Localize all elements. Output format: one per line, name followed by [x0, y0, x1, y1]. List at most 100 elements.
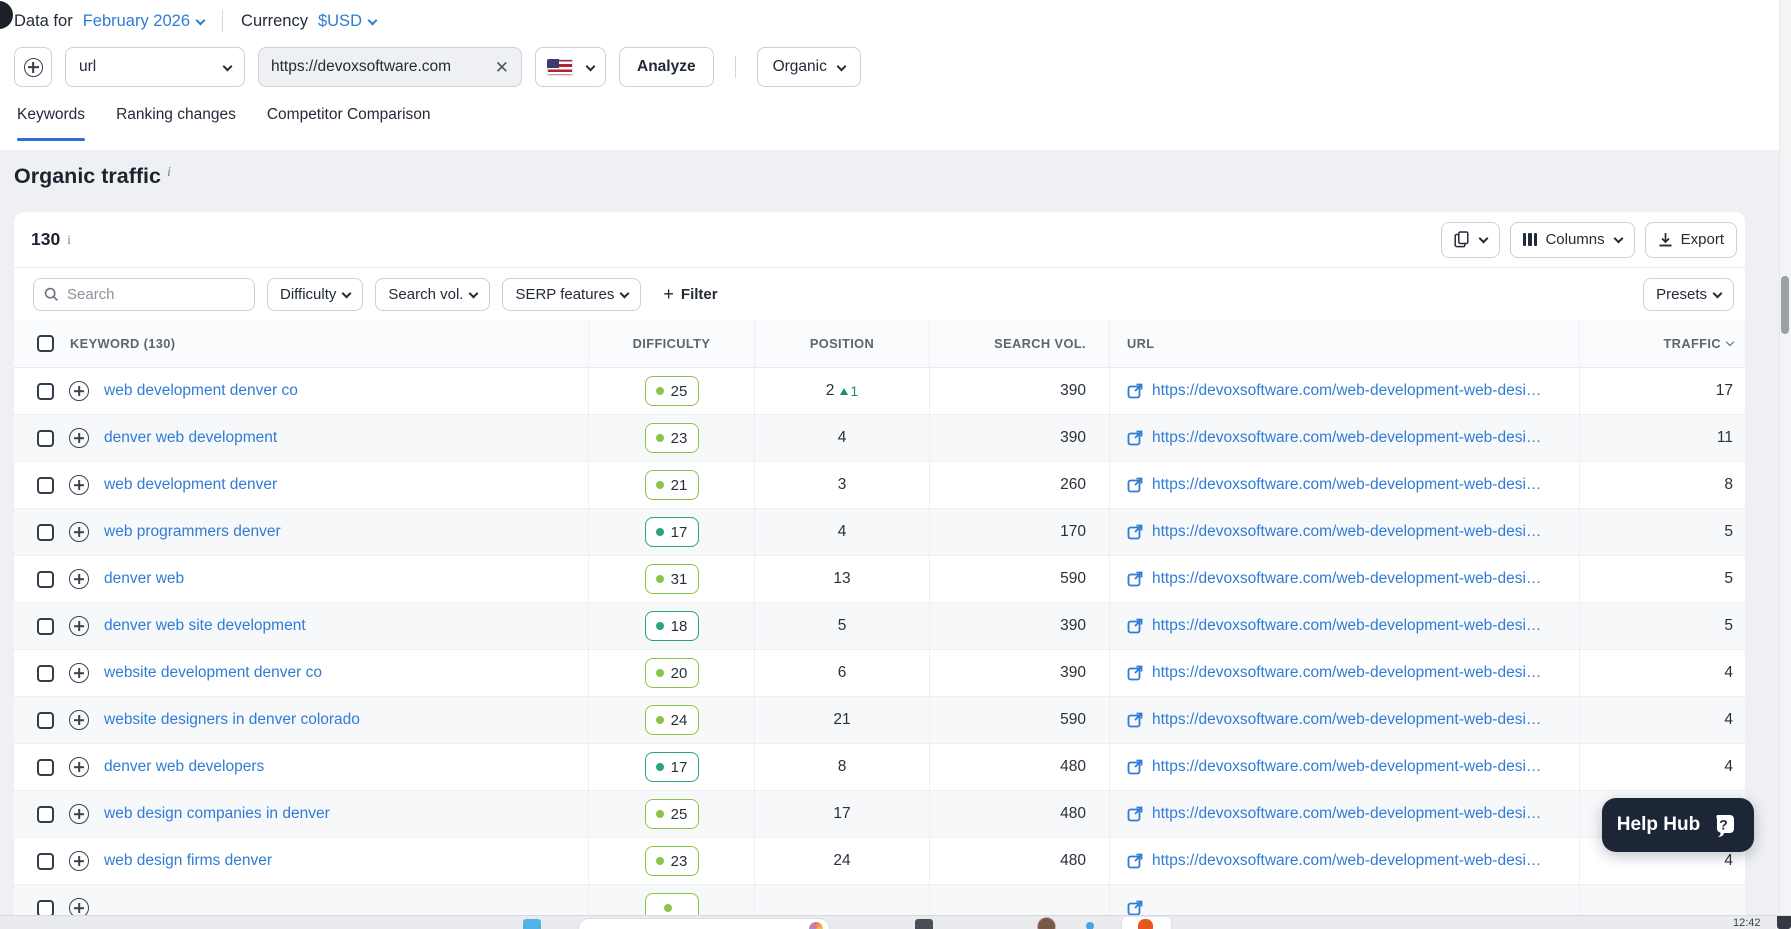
row-checkbox[interactable] — [37, 899, 54, 917]
add-keyword-icon[interactable] — [69, 757, 89, 777]
select-all-checkbox[interactable] — [37, 335, 54, 352]
url-link[interactable]: https://devoxsoftware.com/web-developmen… — [1152, 382, 1541, 400]
add-keyword-icon[interactable] — [69, 381, 89, 401]
position-column-header[interactable]: Position — [755, 320, 930, 367]
url-link[interactable]: https://devoxsoftware.com/web-developmen… — [1152, 758, 1541, 776]
keyword-link[interactable]: denver web development — [104, 429, 277, 447]
position-value: 4 — [837, 429, 847, 446]
row-checkbox[interactable] — [37, 523, 54, 541]
filter-bar: Search Difficulty Search vol. SERP featu… — [14, 268, 1745, 320]
traffic-value: 4 — [1724, 758, 1733, 775]
keyword-link[interactable]: denver web — [104, 570, 184, 588]
url-link[interactable]: https://devoxsoftware.com/web-developmen… — [1152, 805, 1541, 823]
row-checkbox[interactable] — [37, 805, 54, 823]
difficulty-filter[interactable]: Difficulty — [267, 277, 364, 311]
keyword-link[interactable]: website development denver co — [104, 664, 322, 682]
add-keyword-icon[interactable] — [69, 663, 89, 683]
difficulty-dot-icon — [655, 387, 664, 395]
serp-features-filter[interactable]: SERP features — [502, 277, 642, 311]
search-input[interactable]: Search — [33, 277, 255, 311]
us-flag-icon — [547, 58, 573, 76]
search-vol-filter[interactable]: Search vol. — [375, 277, 491, 311]
row-checkbox[interactable] — [37, 382, 54, 400]
copy-dropdown-button[interactable] — [1440, 221, 1500, 258]
taskbar-app-icon[interactable] — [915, 919, 933, 929]
row-checkbox[interactable] — [37, 758, 54, 776]
row-checkbox[interactable] — [37, 476, 54, 494]
url-link[interactable]: https://devoxsoftware.com/web-developmen… — [1152, 617, 1541, 635]
tab-competitor-comparison[interactable]: Competitor Comparison — [267, 106, 431, 141]
add-filter-button[interactable]: + Filter — [663, 284, 717, 305]
table-body: web development denver co 25 2 1 390 htt… — [14, 368, 1745, 929]
table-row: denver web 31 13 590 https://devoxsoftwa… — [14, 556, 1745, 603]
currency-dropdown[interactable]: $USD — [318, 12, 378, 31]
scrollbar-thumb[interactable] — [1781, 276, 1789, 334]
columns-button[interactable]: Columns — [1509, 221, 1635, 258]
add-keyword-icon[interactable] — [69, 428, 89, 448]
keyword-link[interactable]: denver web site development — [104, 617, 306, 635]
search-volume-value: 390 — [930, 415, 1110, 461]
add-keyword-icon[interactable] — [69, 804, 89, 824]
url-link[interactable]: https://devoxsoftware.com/web-developmen… — [1152, 523, 1541, 541]
traffic-column-header[interactable]: Traffic — [1580, 320, 1745, 367]
row-checkbox[interactable] — [37, 664, 54, 682]
taskbar-active-app[interactable] — [1122, 917, 1171, 929]
url-link[interactable]: https://devoxsoftware.com/web-developmen… — [1152, 664, 1541, 682]
taskbar-app-icon[interactable] — [523, 919, 541, 929]
tab-keywords[interactable]: Keywords — [17, 106, 86, 141]
add-keyword-icon[interactable] — [69, 710, 89, 730]
url-column-header[interactable]: URL — [1110, 320, 1580, 367]
info-icon: i — [67, 231, 71, 247]
search-volume-value: 590 — [930, 697, 1110, 743]
region-select[interactable] — [535, 47, 606, 87]
presets-button[interactable]: Presets — [1643, 277, 1734, 311]
add-keyword-icon[interactable] — [69, 475, 89, 495]
keyword-link[interactable]: website designers in denver colorado — [104, 711, 360, 729]
help-hub-button[interactable]: Help Hub ? — [1602, 798, 1754, 852]
difficulty-dot-icon — [655, 810, 664, 818]
keyword-link[interactable]: web development denver co — [104, 382, 298, 400]
scrollbar-track[interactable] — [1779, 0, 1791, 929]
query-input[interactable]: https://devoxsoftware.com ✕ — [258, 47, 522, 87]
url-link[interactable]: https://devoxsoftware.com/web-developmen… — [1152, 570, 1541, 588]
url-link[interactable]: https://devoxsoftware.com/web-developmen… — [1152, 476, 1541, 494]
keyword-link[interactable]: web design companies in denver — [104, 805, 330, 823]
row-checkbox[interactable] — [37, 570, 54, 588]
difficulty-dot-icon — [655, 528, 664, 536]
row-checkbox[interactable] — [37, 429, 54, 447]
info-icon: i — [166, 165, 171, 180]
row-checkbox[interactable] — [37, 711, 54, 729]
row-checkbox[interactable] — [37, 617, 54, 635]
row-checkbox[interactable] — [37, 852, 54, 870]
url-link[interactable]: https://devoxsoftware.com/web-developmen… — [1152, 429, 1541, 447]
analyze-button[interactable]: Analyze — [619, 47, 714, 87]
add-keyword-icon[interactable] — [69, 616, 89, 636]
table-row: web design companies in denver 25 17 480… — [14, 791, 1745, 838]
plus-icon: + — [663, 283, 674, 304]
keyword-link[interactable]: denver web developers — [104, 758, 264, 776]
external-link-icon — [1127, 618, 1143, 634]
difficulty-column-header[interactable]: Difficulty — [589, 320, 755, 367]
keyword-link[interactable]: web programmers denver — [104, 523, 281, 541]
keyword-link[interactable]: web design firms denver — [104, 852, 272, 870]
taskbar-search-pill[interactable] — [578, 918, 830, 929]
search-vol-column-header[interactable]: Search vol. — [930, 320, 1110, 367]
search-type-select[interactable]: url — [65, 47, 245, 87]
url-link[interactable]: https://devoxsoftware.com/web-developmen… — [1152, 852, 1541, 870]
taskbar-avatar-icon[interactable] — [1038, 918, 1055, 929]
period-dropdown[interactable]: February 2026 — [83, 12, 206, 31]
keyword-column-header[interactable]: Keyword (130) — [70, 336, 175, 351]
add-query-button[interactable] — [14, 47, 52, 87]
add-keyword-icon[interactable] — [69, 851, 89, 871]
tab-ranking-changes[interactable]: Ranking changes — [116, 106, 236, 141]
plus-circle-icon — [23, 57, 43, 77]
keyword-link[interactable]: web development denver — [104, 476, 277, 494]
url-link[interactable]: https://devoxsoftware.com/web-developmen… — [1152, 711, 1541, 729]
export-button[interactable]: Export — [1644, 221, 1737, 258]
mode-select[interactable]: Organic — [756, 47, 861, 87]
add-keyword-icon[interactable] — [69, 569, 89, 589]
help-question-icon: ? — [1716, 814, 1735, 837]
position-value: 17 — [833, 805, 851, 822]
add-keyword-icon[interactable] — [69, 522, 89, 542]
clear-input-icon[interactable]: ✕ — [495, 59, 509, 76]
